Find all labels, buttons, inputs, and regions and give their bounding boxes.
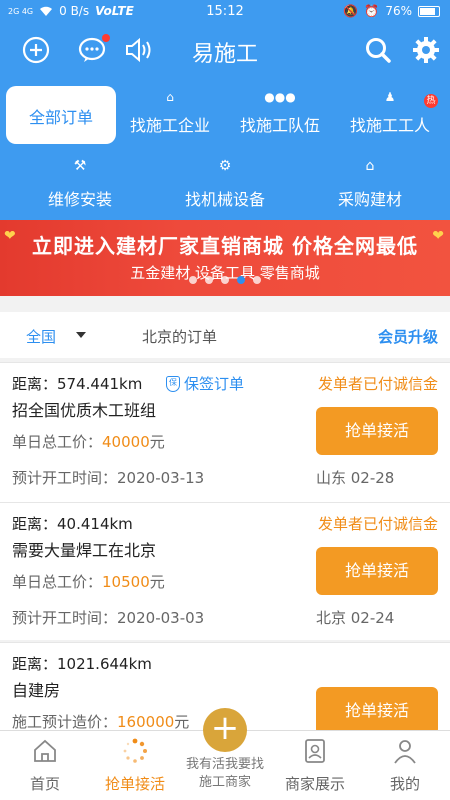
- hot-badge: 热: [424, 94, 438, 108]
- price-value: 160000: [117, 713, 175, 731]
- tab-label: 维修安装: [47, 190, 112, 209]
- deposit-paid-label: 发单者已付诚信金: [317, 375, 438, 393]
- grab-order-button[interactable]: 抢单接活: [316, 547, 438, 595]
- nav-grab-orders[interactable]: 抢单接活: [90, 731, 180, 800]
- order-location: 北京 02-24: [316, 609, 395, 627]
- nav-label: 商家展示: [284, 775, 345, 793]
- banner-headline: 立即进入建材厂家直销商城 价格全网最低: [32, 234, 418, 258]
- date-value: 2020-03-13: [117, 469, 205, 487]
- post-job-label[interactable]: 我有活我要找 施工商家: [178, 756, 272, 792]
- price-value: 10500: [102, 573, 150, 591]
- contact-card-icon: [301, 737, 329, 765]
- status-right: 🔕 ⏰ 76%: [343, 4, 440, 18]
- tab-find-team[interactable]: ●●● 找施工队伍: [230, 86, 330, 144]
- price-row: 单日总工价：10500元: [12, 571, 165, 592]
- battery-percent: 76%: [385, 4, 412, 18]
- home-icon: ⌂: [166, 90, 174, 104]
- carousel-dot-active[interactable]: [237, 276, 245, 284]
- price-label: 施工预计造价：: [12, 713, 118, 731]
- price-row: 施工预计造价：160000元: [12, 711, 189, 732]
- start-date-row: 预计开工时间：2020-03-13: [12, 467, 204, 488]
- mute-icon: 🔕: [343, 4, 359, 18]
- date-label: 预计开工时间：: [12, 469, 118, 487]
- price-unit: 元: [149, 433, 165, 451]
- order-card[interactable]: 距离：40.414km 发单者已付诚信金 需要大量焊工在北京 单日总工价：105…: [0, 502, 450, 640]
- filter-bar: 全国 北京的订单 会员升级: [0, 312, 450, 358]
- grab-order-button[interactable]: 抢单接活: [316, 407, 438, 455]
- user-icon: [391, 737, 419, 765]
- cog-icon: ⚙: [218, 158, 232, 174]
- city-orders-label[interactable]: 北京的订单: [142, 326, 217, 347]
- tab-find-worker[interactable]: ♟ 找施工工人 热: [340, 86, 440, 144]
- region-select[interactable]: 全国: [26, 326, 56, 347]
- home-icon: [31, 737, 59, 765]
- order-distance: 距离：40.414km: [12, 515, 133, 533]
- order-title: 需要大量焊工在北京: [12, 541, 157, 560]
- price-value: 40000: [102, 433, 150, 451]
- team-icon: ●●●: [264, 90, 296, 104]
- battery-icon: [418, 5, 440, 17]
- nav-label: 我的: [389, 775, 420, 793]
- order-title: 招全国优质木工班组: [12, 401, 157, 420]
- order-title: 自建房: [12, 681, 61, 700]
- tab-label: 找施工工人: [349, 116, 430, 135]
- price-unit: 元: [149, 573, 165, 591]
- nav-label: 抢单接活: [104, 775, 165, 793]
- tab-all-orders[interactable]: 全部订单: [6, 86, 116, 144]
- tab-label: 全部订单: [28, 108, 93, 127]
- category-tabs: 全部订单 ⌂ 找施工企业 ●●● 找施工队伍 ♟ 找施工工人 热: [0, 86, 450, 146]
- carousel-dot[interactable]: [205, 276, 213, 284]
- caret-down-icon[interactable]: [76, 332, 86, 338]
- order-distance: 距离：574.441km: [12, 375, 143, 393]
- tab-repair-install[interactable]: ⚒ 维修安装: [30, 154, 130, 214]
- price-label: 单日总工价：: [12, 433, 103, 451]
- guarantee-tag: 保保签订单: [166, 373, 244, 394]
- post-job-plus-button[interactable]: +: [203, 708, 247, 752]
- top-bar: 易施工: [0, 24, 450, 78]
- status-bar: 2G 4G 0 B/s VoLTE 15:12 🔕 ⏰ 76%: [0, 0, 450, 24]
- nav-merchants[interactable]: 商家展示: [270, 731, 360, 800]
- carousel-dot[interactable]: [221, 276, 229, 284]
- sub-category-tabs: ⚒ 维修安装 ⚙ 找机械设备 ⌂ 采购建材: [0, 154, 450, 214]
- alarm-icon: ⏰: [364, 4, 380, 18]
- nav-home[interactable]: 首页: [0, 731, 90, 800]
- store-icon: ⌂: [365, 158, 375, 174]
- carousel-dot[interactable]: [253, 276, 261, 284]
- start-date-row: 预计开工时间：2020-03-03: [12, 607, 204, 628]
- order-card[interactable]: 距离：574.441km 保保签订单 发单者已付诚信金 招全国优质木工班组 单日…: [0, 362, 450, 502]
- promo-banner[interactable]: ❤ ❤ 立即进入建材厂家直销商城 价格全网最低 五金建材 设备工具 零售商城: [0, 220, 450, 296]
- tab-find-company[interactable]: ⌂ 找施工企业: [120, 86, 220, 144]
- vip-upgrade-link[interactable]: 会员升级: [378, 326, 438, 347]
- order-location: 山东 02-28: [316, 469, 395, 487]
- carousel-dots: [0, 276, 450, 284]
- carousel-dot[interactable]: [189, 276, 197, 284]
- post-job-label-line2: 施工商家: [198, 775, 251, 790]
- price-row: 单日总工价：40000元: [12, 431, 165, 452]
- tab-label: 找施工队伍: [239, 116, 320, 135]
- search-icon[interactable]: [364, 36, 394, 66]
- price-label: 单日总工价：: [12, 573, 103, 591]
- date-label: 预计开工时间：: [12, 609, 118, 627]
- grab-order-button[interactable]: 抢单接活: [316, 687, 438, 735]
- guarantee-label: 保签订单: [184, 375, 245, 393]
- post-job-label-line1: 我有活我要找: [185, 757, 264, 772]
- tab-find-machinery[interactable]: ⚙ 找机械设备: [170, 154, 280, 214]
- hammer-icon: ⚒: [73, 158, 87, 174]
- loading-spinner-icon: [121, 737, 149, 765]
- nav-label: 首页: [29, 775, 60, 793]
- date-value: 2020-03-03: [117, 609, 205, 627]
- worker-icon: ♟: [384, 90, 396, 104]
- gear-icon[interactable]: [412, 36, 442, 66]
- tab-label: 采购建材: [337, 190, 402, 209]
- price-unit: 元: [174, 713, 190, 731]
- shield-icon: 保: [166, 375, 180, 392]
- nav-mine[interactable]: 我的: [360, 731, 450, 800]
- tab-label: 找施工企业: [129, 116, 210, 135]
- deposit-paid-label: 发单者已付诚信金: [317, 515, 438, 533]
- tab-buy-materials[interactable]: ⌂ 采购建材: [320, 154, 420, 214]
- header: 易施工 全部订单 ⌂ 找施工企业 ●●● 找施工队伍 ♟ 找施工工人 热 ⚒ 维…: [0, 24, 450, 220]
- order-distance: 距离：1021.644km: [12, 655, 152, 673]
- tab-label: 找机械设备: [184, 190, 265, 209]
